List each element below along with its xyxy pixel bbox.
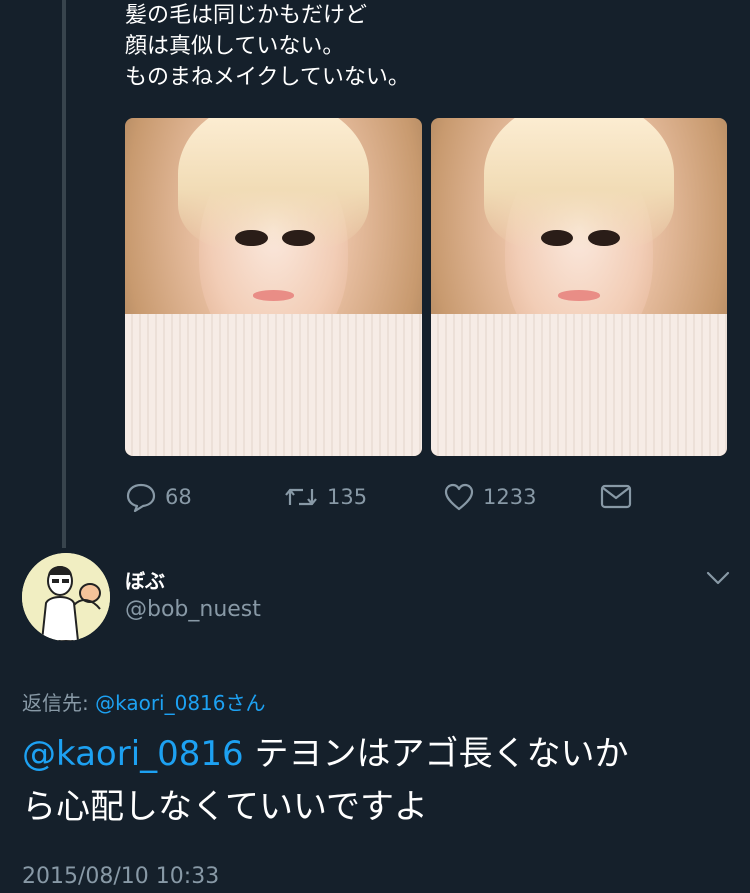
tweet-actions: 68 135 1233 (125, 480, 645, 514)
more-options-button[interactable] (704, 568, 732, 592)
display-name[interactable]: ぼぶ (125, 565, 165, 594)
like-icon (443, 482, 475, 512)
reply-text-part: テヨンはアゴ長くないか (243, 734, 629, 774)
reply-count: 68 (165, 485, 192, 509)
reply-button[interactable]: 68 (125, 480, 192, 514)
photo-shirt (431, 314, 727, 456)
reply-body-line-1: @kaori_0816 テヨンはアゴ長くないか (22, 728, 722, 781)
tweet-text-line: 髪の毛は同じかもだけど (125, 3, 368, 28)
photo-shirt (125, 314, 422, 456)
reply-icon (125, 482, 157, 512)
reply-to-link[interactable]: @kaori_0816さん (95, 691, 265, 715)
chevron-down-icon (704, 571, 732, 592)
retweet-button[interactable]: 135 (283, 480, 367, 514)
user-handle[interactable]: @bob_nuest (125, 597, 261, 622)
reply-body-line-2: ら心配しなくていいですよ (22, 787, 428, 827)
like-button[interactable]: 1233 (443, 480, 536, 514)
photo-hair (178, 118, 369, 250)
reply-to-label: 返信先: (22, 691, 89, 715)
timestamp: 2015/08/10 10:33 (22, 864, 220, 889)
photo-hair (484, 118, 674, 250)
photo-lips (252, 290, 295, 301)
tweet-photo-2[interactable] (431, 118, 727, 456)
mention-link[interactable]: @kaori_0816 (22, 734, 244, 774)
retweet-count: 135 (327, 485, 368, 509)
avatar[interactable] (22, 553, 110, 641)
message-icon (600, 484, 632, 510)
photo-lips (558, 290, 600, 301)
reply-to-line: 返信先: @kaori_0816さん (22, 687, 266, 716)
tweet-text: 髪の毛は同じかもだけど 顔は真似していない。 ものまねメイクしていない。 (125, 0, 725, 93)
like-count: 1233 (483, 485, 537, 509)
retweet-icon (283, 483, 319, 511)
tweet-photo-1[interactable] (125, 118, 422, 456)
reply-body: @kaori_0816 テヨンはアゴ長くないか ら心配しなくていいですよ (22, 728, 722, 834)
tweet-text-line: ものまねメイクしていない。 (125, 65, 410, 90)
direct-message-button[interactable] (600, 480, 632, 514)
tweet-text-line: 顔は真似していない。 (125, 34, 345, 59)
thread-connector-line (62, 0, 66, 548)
photo-eye (234, 229, 268, 247)
